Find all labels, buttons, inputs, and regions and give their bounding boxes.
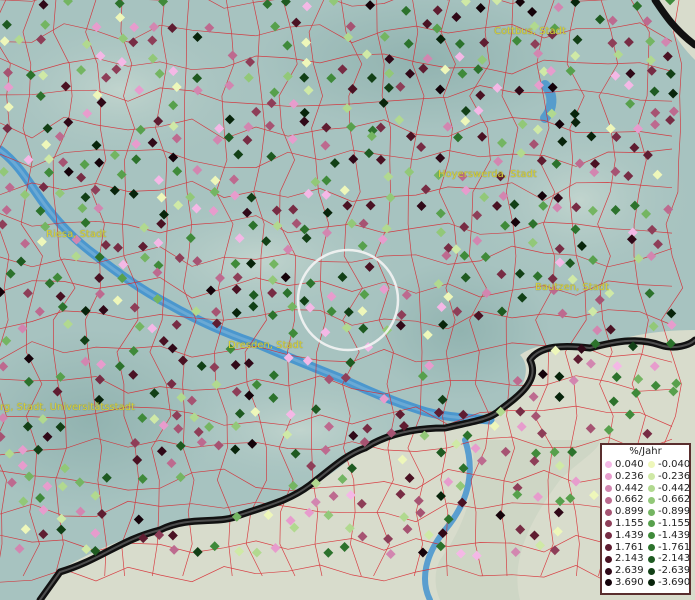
legend-entry-negative: -1.439: [645, 529, 691, 542]
city-label-dresden: Dresden, Stadt: [228, 340, 303, 351]
legend-swatch: [648, 555, 655, 563]
legend-entry-positive: 1.761: [602, 542, 645, 554]
legend-swatch: [648, 473, 655, 481]
legend: %/Jahr 0.040 -0.040 0.236 -0.236 0.442 -0.442…: [600, 443, 691, 595]
city-label-hoyerswerda: Hoyerswerda, Stadt: [438, 169, 537, 180]
legend-swatch: [605, 567, 612, 575]
legend-row: 0.899 -0.899: [602, 506, 691, 518]
legend-label: 2.143: [615, 553, 644, 565]
legend-row: 1.761 -1.761: [602, 541, 691, 554]
legend-swatch: [648, 484, 655, 492]
legend-title: %/Jahr: [629, 446, 662, 457]
legend-rows: 0.040 -0.040 0.236 -0.236 0.442 -0.442 0.662 -0…: [602, 459, 691, 589]
legend-entry-negative: -0.236: [645, 470, 691, 483]
legend-row: 1.155 -1.155: [602, 517, 691, 530]
legend-entry-negative: -0.899: [645, 506, 691, 518]
legend-label: -1.155: [658, 517, 691, 529]
legend-row: 3.690 -3.690: [602, 576, 691, 589]
legend-entry-positive: 0.236: [602, 471, 645, 483]
legend-label: 3.690: [615, 576, 644, 588]
legend-entry-positive: 1.155: [602, 518, 645, 530]
legend-swatch: [605, 543, 612, 551]
legend-entry-negative: -1.155: [645, 517, 691, 530]
legend-label: -0.442: [658, 482, 691, 494]
legend-swatch: [605, 508, 612, 516]
legend-swatch: [605, 461, 612, 469]
legend-entry-negative: -2.639: [645, 565, 691, 577]
legend-label: 0.236: [615, 470, 644, 482]
legend-entry-negative: -0.040: [645, 459, 691, 471]
legend-entry-negative: -2.143: [645, 553, 691, 565]
legend-entry-positive: 3.690: [602, 577, 645, 589]
legend-swatch: [605, 520, 612, 528]
legend-row: 0.040 -0.040: [602, 459, 691, 471]
legend-entry-positive: 1.439: [602, 530, 645, 542]
city-label-cottbus: Cottbus, Stadt: [494, 26, 566, 37]
legend-entry-negative: -0.442: [645, 482, 691, 495]
legend-row: 1.439 -1.439: [602, 529, 691, 542]
legend-label: -0.899: [658, 506, 691, 518]
legend-entry-positive: 0.899: [602, 506, 645, 518]
legend-label: 0.442: [615, 482, 644, 494]
legend-row: 2.639 -2.639: [602, 565, 691, 577]
legend-swatch: [605, 555, 612, 563]
legend-swatch: [605, 496, 612, 504]
legend-label: 1.155: [615, 517, 644, 529]
legend-swatch: [648, 532, 655, 540]
legend-row: 0.662 -0.662: [602, 494, 691, 506]
city-label-riesa: Riesa, Stadt: [46, 229, 107, 240]
legend-swatch: [605, 532, 612, 540]
legend-swatch: [648, 567, 655, 575]
legend-entry-positive: 0.662: [602, 494, 645, 506]
legend-label: 2.639: [615, 565, 644, 577]
legend-label: -0.236: [658, 470, 691, 482]
legend-swatch: [605, 473, 612, 481]
legend-label: -2.639: [658, 565, 691, 577]
legend-entry-negative: -3.690: [645, 576, 691, 589]
legend-swatch: [605, 579, 612, 587]
legend-label: -0.040: [658, 459, 691, 470]
legend-entry-negative: -0.662: [645, 494, 691, 506]
legend-label: -1.761: [658, 541, 691, 553]
legend-entry-positive: 0.040: [602, 459, 645, 471]
legend-swatch: [648, 579, 655, 587]
legend-entry-negative: -1.761: [645, 541, 691, 554]
legend-swatch: [648, 496, 655, 504]
legend-row: 0.236 -0.236: [602, 470, 691, 483]
legend-label: 0.040: [615, 459, 644, 470]
legend-swatch: [605, 484, 612, 492]
legend-row: 2.143 -2.143: [602, 553, 691, 565]
city-label-freiberg: rg, Stadt, Universitätsstadt: [0, 402, 135, 413]
map-canvas[interactable]: [0, 0, 695, 600]
legend-entry-positive: 0.442: [602, 483, 645, 495]
legend-label: -0.662: [658, 494, 691, 506]
legend-swatch: [648, 461, 655, 469]
legend-label: -1.439: [658, 529, 691, 541]
legend-label: -3.690: [658, 576, 691, 588]
legend-label: 0.899: [615, 506, 644, 518]
legend-label: 1.761: [615, 541, 644, 553]
legend-row: 0.442 -0.442: [602, 482, 691, 495]
city-label-bautzen: Bautzen, Stadt: [535, 282, 610, 293]
legend-swatch: [648, 543, 655, 551]
legend-entry-positive: 2.143: [602, 553, 645, 565]
legend-entry-positive: 2.639: [602, 565, 645, 577]
legend-label: -2.143: [658, 553, 691, 565]
legend-label: 1.439: [615, 529, 644, 541]
legend-swatch: [648, 520, 655, 528]
legend-swatch: [648, 508, 655, 516]
legend-label: 0.662: [615, 494, 644, 506]
